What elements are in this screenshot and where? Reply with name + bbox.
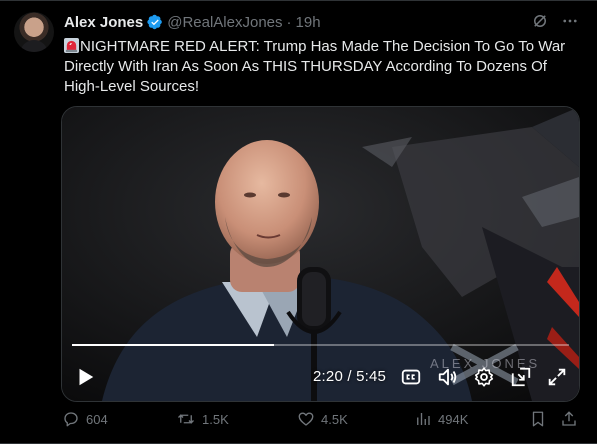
author-avatar[interactable]	[14, 12, 54, 52]
reply-icon	[64, 412, 78, 427]
like-button[interactable]: 4.5K	[297, 410, 348, 428]
grok-icon[interactable]	[531, 12, 549, 30]
repost-icon	[178, 414, 194, 424]
views-icon	[417, 413, 430, 425]
tweet-timestamp[interactable]: 19h	[296, 14, 321, 31]
header-actions	[531, 12, 579, 30]
pip-icon[interactable]	[510, 366, 532, 388]
repost-button[interactable]: 1.5K	[176, 410, 229, 428]
play-icon[interactable]	[74, 366, 96, 388]
settings-icon[interactable]	[473, 366, 495, 388]
avatar-shirt	[20, 40, 48, 52]
views-count: 494K	[438, 411, 469, 427]
share-icon[interactable]	[560, 410, 578, 428]
views-button[interactable]: 494K	[414, 410, 468, 428]
top-divider	[0, 0, 597, 1]
repost-count: 1.5K	[202, 411, 229, 427]
video-progress-fill	[72, 344, 274, 346]
fullscreen-icon[interactable]	[546, 366, 568, 388]
volume-icon[interactable]	[437, 366, 459, 388]
reply-count: 604	[86, 411, 108, 427]
siren-emoji-icon	[64, 38, 79, 53]
author-name[interactable]: Alex Jones	[64, 14, 143, 31]
captions-icon[interactable]	[400, 366, 422, 388]
like-icon	[298, 412, 314, 426]
tweet-body: NIGHTMARE RED ALERT: Trump Has Made The …	[64, 37, 576, 97]
verified-badge-icon[interactable]	[147, 14, 163, 30]
video-player[interactable]: ALEX JONES 2:20 / 5:45	[61, 106, 580, 402]
tweet-header: Alex Jones @RealAlexJones · 19h	[64, 12, 321, 32]
header-separator: ·	[286, 13, 292, 31]
tweet-action-bar: 604 1.5K 4.5K 494K	[0, 408, 597, 432]
like-count: 4.5K	[321, 411, 348, 427]
more-icon[interactable]	[561, 12, 579, 30]
bookmark-icon[interactable]	[529, 410, 547, 428]
tweet-text: NIGHTMARE RED ALERT: Trump Has Made The …	[64, 38, 566, 95]
video-time-display: 2:20 / 5:45	[313, 368, 387, 385]
video-progress-bar[interactable]	[72, 344, 569, 346]
author-handle[interactable]: @RealAlexJones	[167, 14, 282, 31]
reply-button[interactable]: 604	[62, 410, 108, 428]
